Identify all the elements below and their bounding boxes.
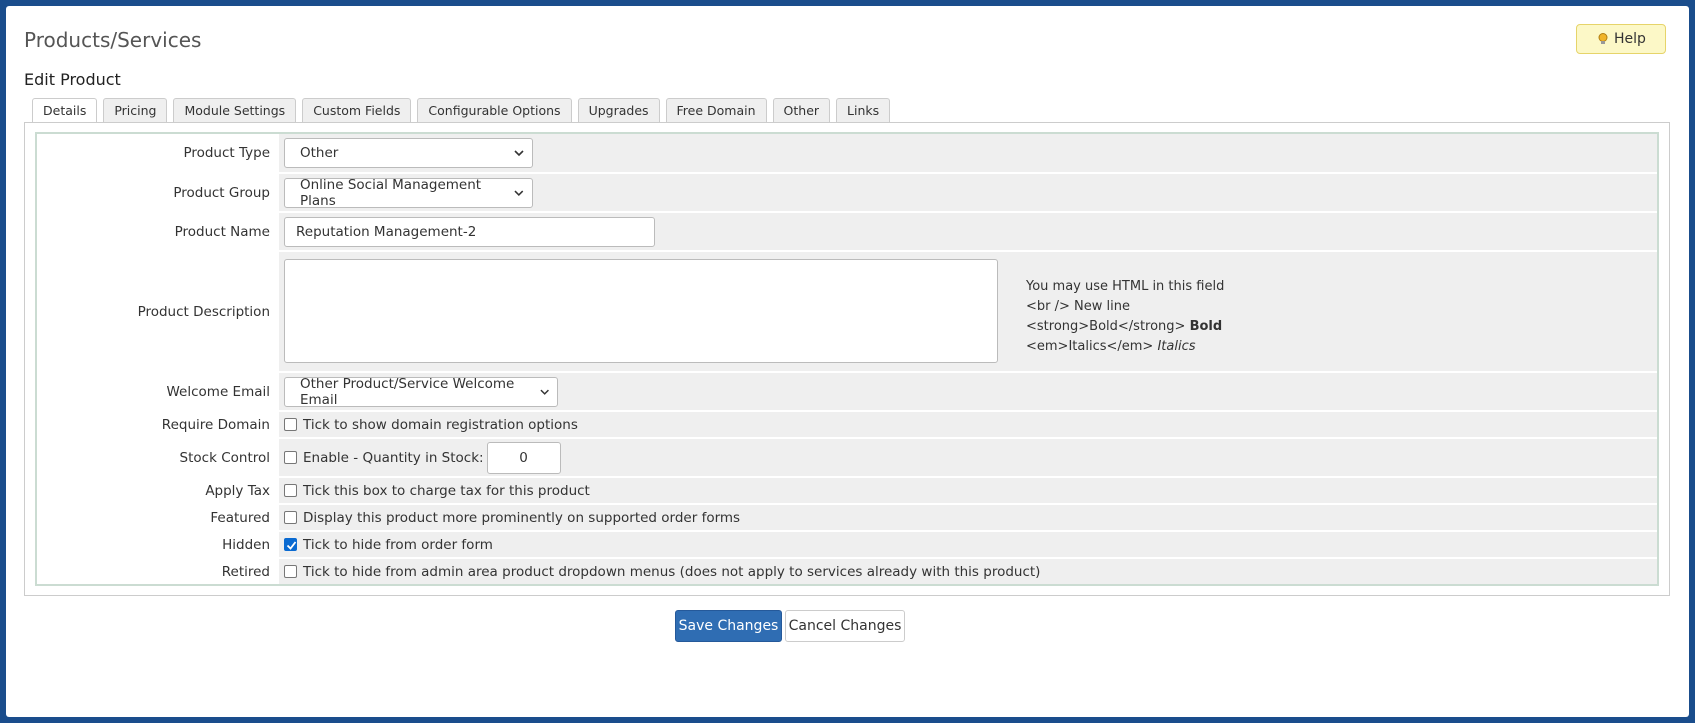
- retired-text: Tick to hide from admin area product dro…: [303, 563, 1041, 580]
- product-description-label: Product Description: [37, 252, 277, 371]
- row-welcome-email: Welcome Email Other Product/Service Welc…: [37, 373, 1657, 410]
- product-group-label: Product Group: [37, 174, 277, 211]
- product-type-label: Product Type: [37, 134, 277, 172]
- chevron-down-icon: [514, 190, 524, 196]
- page-title: Products/Services: [24, 28, 202, 52]
- chevron-down-icon: [540, 389, 549, 395]
- retired-checkbox[interactable]: [284, 565, 297, 578]
- row-featured: Featured Display this product more promi…: [37, 505, 1657, 530]
- featured-text: Display this product more prominently on…: [303, 509, 741, 526]
- hidden-label: Hidden: [37, 532, 277, 557]
- details-form: Product Type Other Product Group Online …: [35, 132, 1659, 586]
- row-require-domain: Require Domain Tick to show domain regis…: [37, 412, 1657, 437]
- tab-details[interactable]: Details: [32, 98, 98, 124]
- product-name-label: Product Name: [37, 213, 277, 250]
- cancel-changes-button[interactable]: Cancel Changes: [785, 610, 905, 642]
- hidden-checkbox[interactable]: [284, 538, 297, 551]
- help-button-label: Help: [1614, 31, 1646, 47]
- details-panel: Product Type Other Product Group Online …: [24, 122, 1670, 596]
- stock-quantity-input[interactable]: 0: [486, 441, 561, 474]
- require-domain-checkbox[interactable]: [284, 418, 297, 431]
- product-group-value: Online Social Management Plans: [300, 176, 482, 209]
- require-domain-label: Require Domain: [37, 412, 277, 437]
- row-product-group: Product Group Online Social Management P…: [37, 174, 1657, 211]
- hidden-text: Tick to hide from order form: [303, 536, 493, 553]
- stock-control-checkbox[interactable]: [284, 451, 297, 464]
- retired-label: Retired: [37, 559, 277, 584]
- lightbulb-icon: [1598, 33, 1608, 44]
- welcome-email-label: Welcome Email: [37, 373, 277, 410]
- tab-links[interactable]: Links: [836, 98, 891, 122]
- apply-tax-checkbox[interactable]: [284, 484, 297, 497]
- row-product-type: Product Type Other: [37, 134, 1657, 172]
- chevron-down-icon: [514, 150, 524, 157]
- tab-other[interactable]: Other: [772, 98, 831, 122]
- tab-pricing[interactable]: Pricing: [103, 98, 168, 122]
- stock-control-text: Enable - Quantity in Stock:: [303, 449, 484, 466]
- save-changes-button[interactable]: Save Changes: [675, 610, 782, 642]
- row-retired: Retired Tick to hide from admin area pro…: [37, 559, 1657, 584]
- featured-checkbox[interactable]: [284, 511, 297, 524]
- tab-configurable-options[interactable]: Configurable Options: [417, 98, 572, 122]
- product-group-select[interactable]: Online Social Management Plans: [284, 176, 533, 209]
- tab-upgrades[interactable]: Upgrades: [577, 98, 660, 122]
- tab-bar: Details Pricing Module Settings Custom F…: [32, 98, 891, 124]
- welcome-email-value: Other Product/Service Welcome Email: [300, 375, 515, 408]
- row-product-description: Product Description You may use HTML in …: [37, 252, 1657, 371]
- sub-title: Edit Product: [24, 70, 121, 89]
- product-type-select[interactable]: Other: [284, 138, 533, 168]
- product-name-input[interactable]: Reputation Management-2: [284, 216, 655, 247]
- help-button[interactable]: Help: [1576, 24, 1666, 54]
- apply-tax-label: Apply Tax: [37, 478, 277, 503]
- html-help-text: You may use HTML in this field <br /> Ne…: [1026, 279, 1225, 354]
- product-type-value: Other: [300, 145, 339, 161]
- require-domain-text: Tick to show domain registration options: [303, 416, 578, 433]
- main-frame: Products/Services Edit Product Help Deta…: [6, 6, 1689, 717]
- tab-module-settings[interactable]: Module Settings: [173, 98, 297, 122]
- welcome-email-select[interactable]: Other Product/Service Welcome Email: [284, 375, 558, 408]
- stock-control-label: Stock Control: [37, 439, 277, 476]
- product-description-textarea[interactable]: [284, 259, 998, 363]
- tab-free-domain[interactable]: Free Domain: [665, 98, 767, 122]
- checkmark-icon: [286, 541, 297, 550]
- row-product-name: Product Name Reputation Management-2: [37, 213, 1657, 250]
- row-stock-control: Stock Control Enable - Quantity in Stock…: [37, 439, 1657, 476]
- row-apply-tax: Apply Tax Tick this box to charge tax fo…: [37, 478, 1657, 503]
- featured-label: Featured: [37, 505, 277, 530]
- apply-tax-text: Tick this box to charge tax for this pro…: [303, 482, 590, 499]
- tab-custom-fields[interactable]: Custom Fields: [302, 98, 412, 122]
- row-hidden: Hidden Tick to hide from order form: [37, 532, 1657, 557]
